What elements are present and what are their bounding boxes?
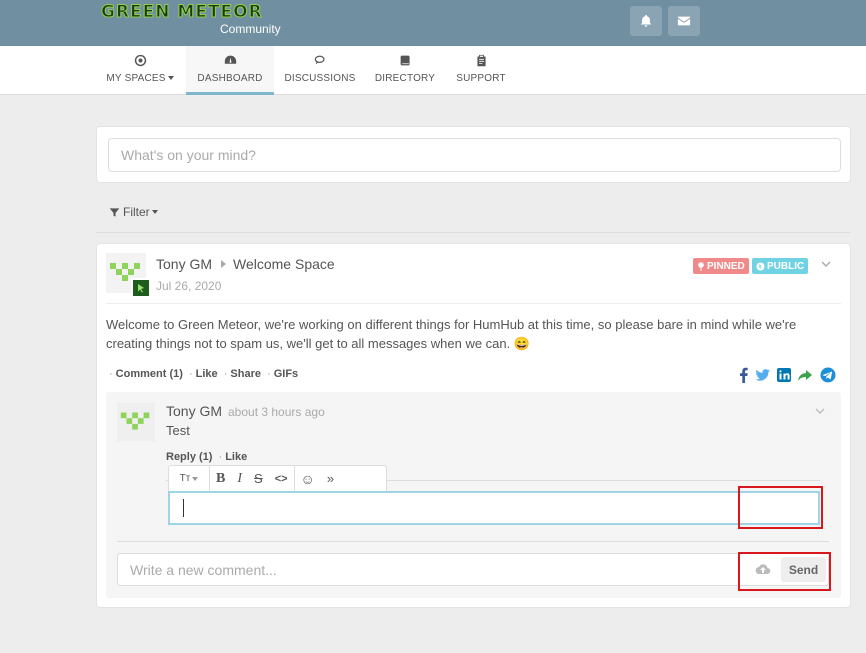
chevron-down-icon — [167, 76, 174, 81]
nav-label: DISCUSSIONS — [284, 73, 356, 84]
like-link[interactable]: Like — [196, 368, 218, 380]
code-button[interactable]: <> — [269, 466, 294, 492]
whats-on-your-mind-input[interactable]: What's on your mind? — [108, 138, 841, 172]
post-author-name[interactable]: Tony GM — [156, 256, 212, 272]
twitter-icon[interactable] — [755, 367, 771, 383]
post-date[interactable]: Jul 26, 2020 — [156, 279, 221, 293]
emoji-button[interactable]: ☺ — [295, 466, 321, 492]
pinned-label: PINNED — [707, 260, 745, 272]
top-bar: GREEN METEOR Community — [0, 0, 866, 46]
filter-dropdown[interactable]: Filter — [109, 205, 158, 219]
nav-label: SUPPORT — [456, 73, 506, 84]
chevron-down-icon — [192, 476, 199, 481]
text-style-dropdown[interactable]: Tт — [169, 466, 209, 492]
clipboard-icon — [476, 54, 486, 67]
comment-author-name[interactable]: Tony GM — [166, 403, 222, 419]
caret-right-icon — [221, 260, 226, 268]
nav-support[interactable]: SUPPORT — [450, 46, 512, 95]
filter-label: Filter — [123, 205, 150, 219]
filter-icon — [109, 207, 120, 217]
comment-time[interactable]: about 3 hours ago — [228, 405, 325, 419]
linkedin-icon[interactable] — [776, 367, 792, 383]
editor-toolbar: Tт B I S <> ☺ » — [168, 465, 387, 492]
reply-link[interactable]: Reply (1) — [166, 451, 212, 463]
nav-dashboard[interactable]: DASHBOARD — [186, 46, 274, 95]
public-label: PUBLIC — [767, 260, 805, 272]
comment-text: Test — [166, 423, 190, 438]
share-arrow-icon[interactable] — [797, 367, 813, 383]
highlight-box — [738, 552, 831, 591]
gifs-link[interactable]: GIFs — [274, 368, 298, 380]
dot-circle-icon — [134, 54, 146, 67]
pinned-badge: PINNED — [693, 258, 749, 274]
italic-button[interactable]: I — [231, 466, 248, 492]
dashboard-icon — [224, 55, 236, 64]
post-menu-chevron-icon[interactable] — [821, 261, 831, 268]
envelope-icon — [677, 16, 691, 26]
highlight-box — [738, 486, 823, 529]
avatar-pattern — [120, 412, 150, 430]
nav-label: DIRECTORY — [374, 73, 436, 84]
pin-icon — [698, 261, 704, 271]
more-button[interactable]: » — [321, 466, 340, 492]
notifications-button[interactable] — [630, 6, 662, 36]
messages-button[interactable] — [668, 6, 700, 36]
logo-subtitle: Community — [220, 22, 281, 36]
telegram-icon[interactable] — [820, 367, 836, 383]
bold-button[interactable]: B — [210, 466, 231, 492]
arrow-cursor-icon — [138, 284, 144, 293]
comment-like-link[interactable]: Like — [225, 451, 247, 463]
nav-my-spaces[interactable]: MY SPACES — [100, 46, 180, 95]
bell-icon — [640, 14, 652, 27]
nav-discussions[interactable]: DISCUSSIONS — [280, 46, 360, 95]
post-body: Welcome to Green Meteor, we're working o… — [106, 317, 797, 351]
post-space-link[interactable]: Welcome Space — [233, 256, 335, 272]
book-icon — [400, 55, 410, 66]
composer-panel: What's on your mind? — [96, 126, 851, 183]
chevron-down-icon — [151, 210, 158, 214]
comment-link[interactable]: Comment (1) — [116, 368, 183, 380]
reply-editor-input[interactable] — [168, 491, 820, 525]
comment-actions: Reply (1) · Like — [166, 451, 248, 463]
facebook-icon[interactable] — [736, 367, 752, 383]
globe-icon — [756, 261, 765, 271]
text-cursor — [183, 499, 184, 517]
divider — [117, 541, 829, 542]
comment-menu-chevron-icon[interactable] — [815, 408, 825, 415]
divider — [96, 232, 851, 233]
nav-directory[interactable]: DIRECTORY — [370, 46, 440, 95]
strikethrough-button[interactable]: S — [248, 466, 269, 492]
share-link[interactable]: Share — [230, 368, 261, 380]
nav-label: MY SPACES — [106, 73, 166, 84]
comments-icon — [314, 55, 325, 65]
space-badge[interactable] — [131, 278, 151, 298]
public-badge: PUBLIC — [752, 258, 809, 274]
post-actions: · Comment (1) · Like · Share · GIFs — [109, 368, 299, 380]
divider — [106, 303, 841, 304]
logo[interactable]: GREEN METEOR — [101, 2, 263, 23]
nav-label: DASHBOARD — [197, 73, 263, 84]
comment-author-avatar[interactable] — [117, 403, 155, 441]
new-comment-input[interactable]: Write a new comment... — [117, 553, 829, 586]
main-nav: MY SPACES DASHBOARD DISCUSSIONS DIRECTOR… — [0, 46, 866, 95]
